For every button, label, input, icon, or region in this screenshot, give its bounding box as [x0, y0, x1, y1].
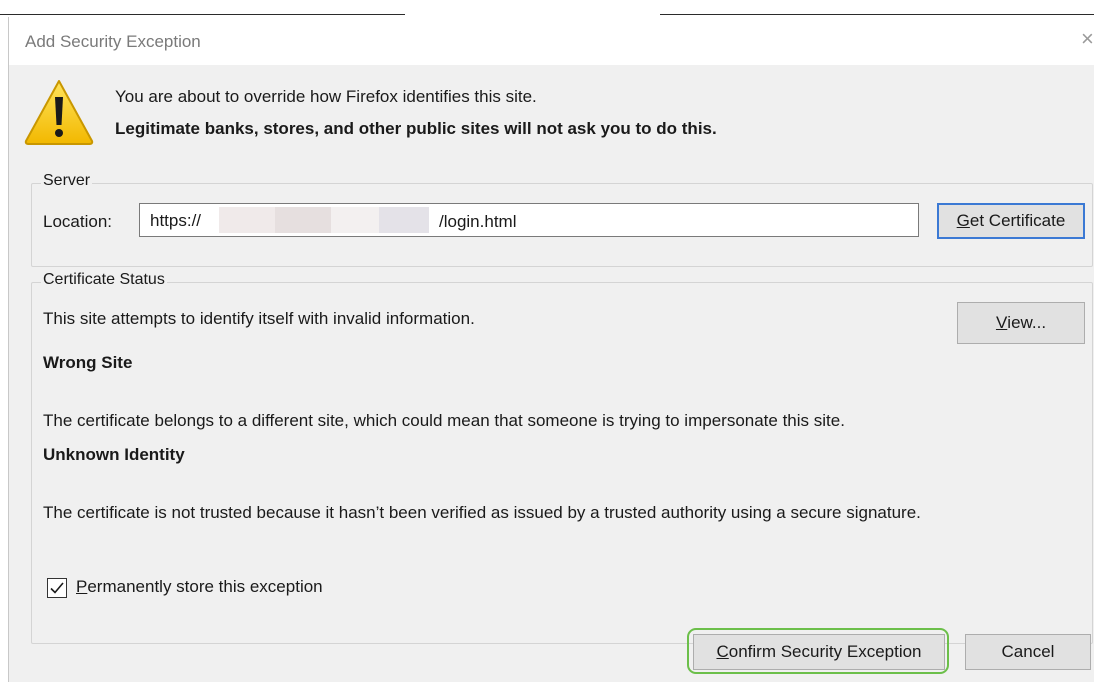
- get-certificate-mnemonic: G: [956, 211, 970, 230]
- background-window-edge-left: [0, 14, 405, 15]
- redacted-host-part: [219, 207, 275, 233]
- redacted-host-part: [379, 207, 429, 233]
- unknown-identity-title: Unknown Identity: [43, 445, 185, 464]
- cancel-label: Cancel: [1001, 642, 1055, 661]
- intro-text: You are about to override how Firefox id…: [115, 87, 537, 106]
- permanent-store-checkbox[interactable]: [47, 578, 67, 598]
- confirm-mnemonic: C: [716, 642, 729, 661]
- cancel-button[interactable]: Cancel: [965, 634, 1091, 670]
- background-window-edge-right: [660, 14, 1094, 15]
- view-label: iew...: [1007, 313, 1047, 332]
- redacted-host-part: [331, 207, 379, 233]
- view-mnemonic: V: [995, 313, 1008, 332]
- permanent-label-text: ermanently store this exception: [87, 577, 323, 596]
- permanent-store-label[interactable]: Permanently store this exception: [76, 577, 323, 597]
- dialog-title: Add Security Exception: [25, 32, 201, 51]
- redacted-host-part: [275, 207, 331, 233]
- location-suffix: /login.html: [439, 212, 517, 231]
- close-icon[interactable]: ×: [1081, 27, 1094, 51]
- get-certificate-label: et Certificate: [969, 211, 1066, 230]
- status-summary: This site attempts to identify itself wi…: [43, 309, 475, 328]
- location-label: Location:: [43, 212, 112, 231]
- server-group-label: Server: [41, 172, 93, 190]
- dialog-titlebar: Add Security Exception ×: [9, 17, 1094, 65]
- permanent-mnemonic: P: [76, 577, 88, 596]
- add-security-exception-dialog: Add Security Exception × You are about t…: [8, 17, 1094, 682]
- intro-warning-text: Legitimate banks, stores, and other publ…: [115, 119, 717, 138]
- warning-triangle-icon: [24, 80, 94, 145]
- confirm-label: onfirm Security Exception: [728, 642, 922, 661]
- view-certificate-button[interactable]: View...: [957, 302, 1085, 344]
- confirm-security-exception-button[interactable]: Confirm Security Exception: [693, 634, 945, 670]
- get-certificate-button[interactable]: Get Certificate: [937, 203, 1085, 239]
- checkmark-icon: [50, 582, 64, 594]
- certificate-status-label: Certificate Status: [41, 271, 167, 289]
- location-prefix: https://: [150, 211, 202, 230]
- wrong-site-title: Wrong Site: [43, 353, 133, 372]
- wrong-site-description: The certificate belongs to a different s…: [43, 411, 845, 430]
- unknown-identity-description: The certificate is not trusted because i…: [43, 503, 921, 522]
